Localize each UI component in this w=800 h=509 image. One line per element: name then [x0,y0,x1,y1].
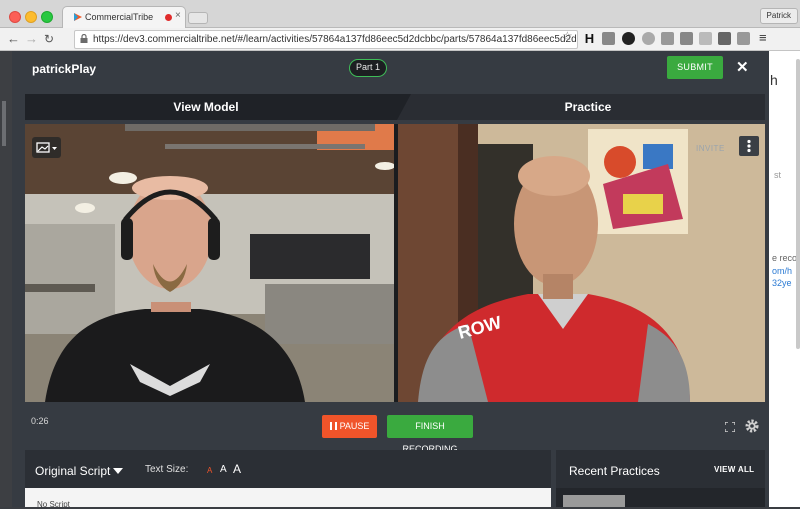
extension-s-icon[interactable] [642,32,655,45]
profile-button[interactable]: Patrick [759,8,798,24]
modal-title: patrickPlay [32,62,97,76]
extension-c-icon[interactable] [622,32,635,45]
tab-practice[interactable]: Practice [411,94,765,120]
tab-title: CommercialTribe [85,12,154,22]
text-size-large-button[interactable]: A [233,462,241,476]
extension-camera-icon[interactable] [718,32,731,45]
fullscreen-icon[interactable] [725,422,735,432]
close-modal-icon[interactable]: ✕ [736,58,749,76]
reload-icon[interactable]: ↻ [44,32,54,46]
forward-arrow-icon[interactable]: → [25,31,38,46]
part-badge: Part 1 [349,59,387,77]
commercialtribe-favicon-icon [74,13,82,21]
pause-button[interactable]: PAUSE [322,415,377,438]
cast-icon[interactable] [602,32,615,45]
invite-button[interactable]: INVITE [696,144,725,153]
new-tab-button[interactable] [188,12,208,24]
tab-strip: CommercialTribe × Patrick [0,0,800,28]
camera-switch-button[interactable] [32,137,61,158]
view-all-link[interactable]: VIEW ALL [714,465,754,474]
script-selector[interactable]: Original Script [35,464,110,478]
back-arrow-icon[interactable]: ← [7,31,20,46]
extension-h-icon[interactable]: H [583,32,596,45]
recent-practices-title: Recent Practices [569,464,660,478]
right-video-feed: ROW INVITE [398,124,765,402]
browser-tab[interactable]: CommercialTribe × [62,6,186,28]
extension-cloud-icon[interactable] [661,32,674,45]
background-sidebar [0,51,12,507]
text-size-label: Text Size: [145,464,189,475]
finish-recording-button[interactable]: FINISH RECORDING [387,415,473,454]
address-bar[interactable]: https://dev3.commercialtribe.net/#/learn… [74,30,578,49]
left-video-feed [25,124,394,402]
browser-window: CommercialTribe × Patrick ← → ↻ https://… [0,0,800,509]
url-text: https://dev3.commercialtribe.net/#/learn… [93,34,578,45]
script-panel: Original Script Text Size: A A A No Scri… [25,450,551,509]
close-tab-icon[interactable]: × [175,10,181,21]
minimize-window-icon[interactable] [25,11,37,23]
extension-tag-icon[interactable] [737,32,750,45]
chevron-down-icon[interactable] [113,468,123,474]
recording-timer: 0:26 [31,416,49,426]
image-dropdown-icon [36,142,57,153]
no-script-text: No Script [37,500,70,509]
video-options-button[interactable] [739,136,759,156]
text-size-medium-button[interactable]: A [220,464,227,475]
recent-practices-panel: Recent Practices VIEW ALL [556,450,765,507]
video-area: ROW INVITE [25,124,765,402]
mode-tabs: View Model Practice [25,94,765,120]
background-page: h st e recor om/h 32ye [768,51,800,507]
bookmark-star-icon[interactable]: ☆ [562,29,573,43]
extension-box-icon[interactable] [680,32,693,45]
lock-icon [80,34,88,43]
pause-icon [329,422,337,430]
browser-toolbar: ← → ↻ https://dev3.commercialtribe.net/#… [0,28,800,51]
background-scrollbar[interactable] [796,59,800,349]
practice-thumbnail[interactable] [563,495,625,507]
kebab-menu-icon [747,139,751,153]
recording-indicator-icon [165,14,172,21]
text-size-small-button[interactable]: A [207,466,212,475]
script-body: No Script [25,488,551,509]
settings-gear-icon[interactable] [744,418,760,434]
practice-modal: patrickPlay Part 1 SUBMIT ✕ View Model P… [12,51,769,509]
tab-view-model[interactable]: View Model [25,94,411,120]
recording-controls: 0:26 PAUSE FINISH RECORDING [25,402,765,454]
close-window-icon[interactable] [9,11,21,23]
maximize-window-icon[interactable] [41,11,53,23]
submit-button[interactable]: SUBMIT [667,56,723,79]
browser-menu-icon[interactable]: ≡ [759,30,767,45]
recent-practices-list [556,488,765,507]
extension-play-icon[interactable] [699,32,712,45]
